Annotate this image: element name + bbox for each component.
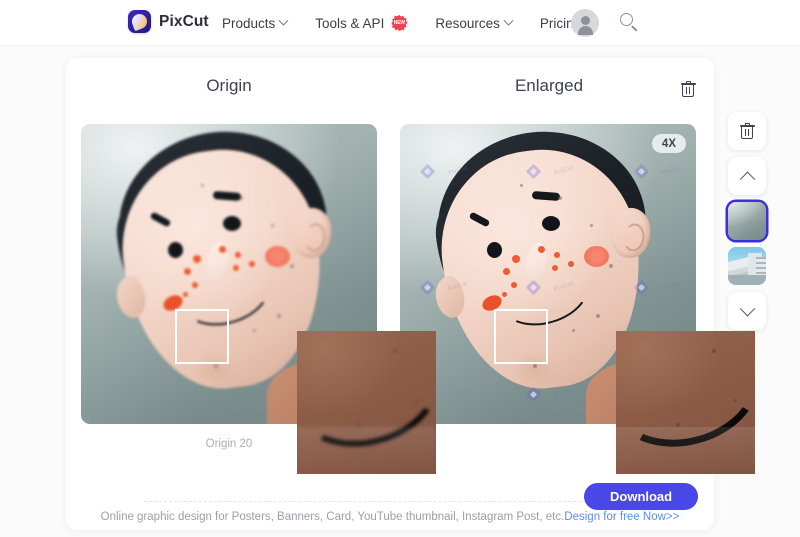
chevron-up-icon <box>739 171 755 187</box>
brand-name: PixCut <box>159 12 209 30</box>
brand-logo-link[interactable]: PixCut <box>128 10 209 33</box>
nav-label-tools-api: Tools & API <box>315 15 385 31</box>
origin-selection-box[interactable] <box>175 309 229 364</box>
main-navigation: Products Tools & API NEW Resources Prici… <box>222 0 595 46</box>
nav-item-resources[interactable]: Resources <box>421 0 526 46</box>
footer-promo-link[interactable]: Design for free Now>> <box>564 511 679 523</box>
user-avatar-icon[interactable] <box>571 9 599 37</box>
site-header: PixCut Products Tools & API NEW Resource… <box>0 0 800 46</box>
origin-panel-title: Origin <box>206 76 252 95</box>
new-badge-label: NEW <box>393 20 405 26</box>
thumbnail-doll-face[interactable] <box>728 202 766 240</box>
download-button[interactable]: Download <box>584 483 699 510</box>
chevron-down-icon <box>278 15 289 26</box>
toolbar-scroll-up-button[interactable] <box>728 157 766 195</box>
trash-icon <box>739 122 755 140</box>
right-toolbar <box>728 112 774 337</box>
editor-page: Origin Enlarged PixCut PixCut PixCut Pix… <box>0 46 800 537</box>
search-icon[interactable] <box>619 12 641 34</box>
enlarged-panel-title: Enlarged <box>514 76 584 95</box>
delete-image-button[interactable] <box>675 76 701 102</box>
nav-label-resources: Resources <box>435 15 500 31</box>
footer-promo: Online graphic design for Posters, Banne… <box>66 511 714 523</box>
pixcut-logo-icon <box>128 10 151 33</box>
origin-zoom-preview <box>297 331 436 474</box>
toolbar-scroll-down-button[interactable] <box>728 292 766 330</box>
toolbar-delete-button[interactable] <box>728 112 766 150</box>
new-badge-icon: NEW <box>391 15 408 31</box>
enlarged-selection-box[interactable] <box>494 309 548 364</box>
thumbnail-building[interactable] <box>728 247 766 285</box>
nav-item-tools-api[interactable]: Tools & API NEW <box>301 0 421 46</box>
trash-icon <box>680 80 696 98</box>
building-thumbnail-image <box>728 247 766 285</box>
nav-label-products: Products <box>222 15 276 31</box>
panel-title-row: Origin Enlarged <box>66 76 714 106</box>
nav-item-products[interactable]: Products <box>222 0 301 46</box>
scale-badge: 4X <box>651 134 686 153</box>
editor-card: Origin Enlarged PixCut PixCut PixCut Pix… <box>66 58 755 530</box>
footer-divider <box>144 501 636 502</box>
footer-promo-text: Online graphic design for Posters, Banne… <box>100 511 565 523</box>
enlarged-zoom-preview <box>616 331 755 474</box>
chevron-down-icon <box>503 15 514 26</box>
chevron-down-icon <box>739 300 755 316</box>
